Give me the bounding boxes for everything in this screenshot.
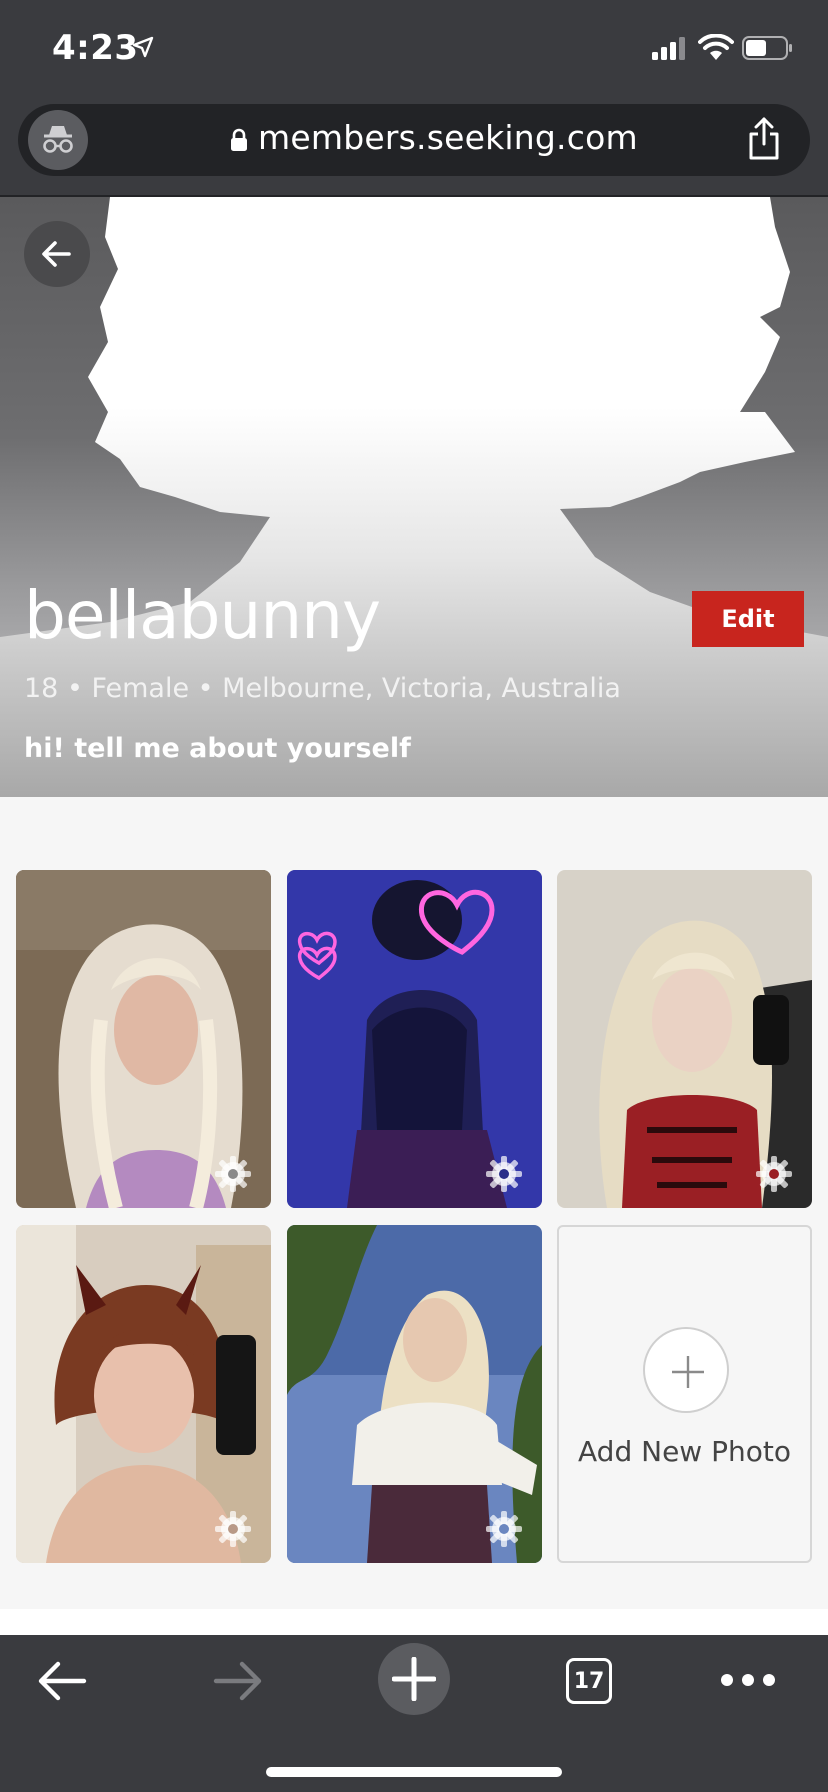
add-photo-label: Add New Photo: [578, 1435, 791, 1468]
more-options-icon[interactable]: [720, 1673, 776, 1687]
browser-back-icon[interactable]: [36, 1659, 88, 1703]
lock-icon: [231, 128, 247, 151]
incognito-icon: [43, 126, 73, 153]
gear-icon[interactable]: [213, 1509, 253, 1549]
edit-profile-button[interactable]: Edit: [692, 591, 804, 647]
location-arrow-icon: [132, 36, 154, 58]
incognito-button[interactable]: [28, 110, 88, 170]
status-time: 4:23: [52, 28, 139, 68]
status-bar: 4:23: [0, 0, 828, 96]
arrow-left-icon: [42, 241, 71, 267]
browser-forward-icon[interactable]: [212, 1659, 264, 1703]
profile-details: 18 • Female • Melbourne, Victoria, Austr…: [24, 673, 621, 704]
photo-4[interactable]: [16, 1225, 271, 1563]
wifi-icon: [698, 34, 734, 60]
address-bar[interactable]: members.seeking.com: [18, 104, 810, 176]
new-tab-button[interactable]: [378, 1643, 450, 1715]
plus-icon: [392, 1657, 436, 1701]
tabs-button[interactable]: 17: [566, 1658, 612, 1704]
photo-2[interactable]: [287, 870, 542, 1208]
section-divider: [0, 1609, 828, 1635]
photo-3[interactable]: [557, 870, 812, 1208]
cellular-signal-icon: [652, 37, 685, 60]
profile-username: bellabunny: [24, 577, 381, 654]
gear-icon[interactable]: [213, 1154, 253, 1194]
photo-5[interactable]: [287, 1225, 542, 1563]
add-photo-button[interactable]: [643, 1327, 729, 1413]
share-icon[interactable]: [744, 116, 784, 162]
photo-gallery: Add New Photo: [0, 797, 828, 1609]
url-text[interactable]: members.seeking.com: [258, 118, 638, 157]
gear-icon[interactable]: [754, 1154, 794, 1194]
back-button[interactable]: [24, 221, 90, 287]
photo-1[interactable]: [16, 870, 271, 1208]
default-avatar-silhouette: [0, 197, 828, 797]
plus-icon: [672, 1356, 704, 1388]
page: 4:23 members.seeking.com bellabunny Edit…: [0, 0, 828, 1792]
gear-icon[interactable]: [484, 1509, 524, 1549]
gear-icon[interactable]: [484, 1154, 524, 1194]
profile-hero: bellabunny Edit 18 • Female • Melbourne,…: [0, 197, 828, 797]
battery-icon: [742, 36, 792, 60]
add-photo-tile[interactable]: Add New Photo: [557, 1225, 812, 1563]
home-indicator[interactable]: [266, 1767, 562, 1777]
profile-bio: hi! tell me about yourself: [24, 733, 411, 764]
